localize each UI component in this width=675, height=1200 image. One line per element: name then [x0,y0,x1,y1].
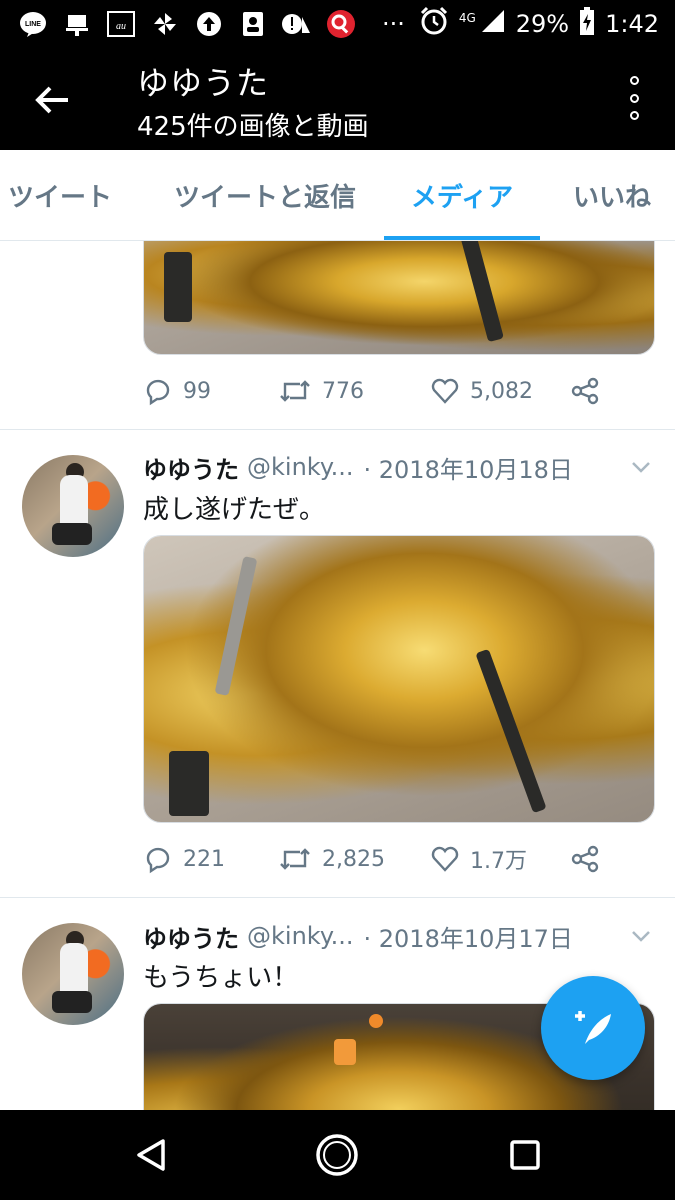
chevron-down-icon [632,462,650,473]
tab-tweets-replies[interactable]: ツイートと返信 [160,150,370,240]
system-nav-bar [0,1110,675,1200]
chevron-down-icon [632,931,650,942]
tweet-text: もうちょい！ [143,963,299,993]
pinwheel-icon [150,9,180,39]
recents-square-icon [510,1140,540,1170]
compose-tweet-icon [575,1011,611,1044]
upload-icon [194,9,224,39]
reply-button[interactable]: 99 [143,376,278,406]
profile-tabs: ツイート ツイートと返信 メディア いいね [0,150,675,241]
au-icon: au [106,9,136,39]
tweet-actions: 99 776 5,082 [143,371,623,411]
tweet-header: ゆゆうた @kinky... · 2018年10月17日 [143,918,663,954]
reply-icon [146,847,170,874]
heart-icon [431,378,459,404]
alarm-icon [419,6,449,42]
heart-icon [431,846,459,872]
gold-model-photo [144,536,654,822]
retweet-count: 2,825 [322,846,385,872]
tweet-text: 成し遂げたぜ。 [143,495,326,525]
tab-media[interactable]: メディア [384,150,540,240]
reply-button[interactable]: 221 [143,844,278,874]
nav-back-button[interactable] [128,1132,174,1178]
contacts-icon [238,9,268,39]
tweet-media-image[interactable] [143,241,655,355]
battery-level: 29% [515,10,570,38]
alert-icon [282,9,312,39]
share-icon [571,845,599,873]
tweet-date[interactable]: · 2018年10月18日 [364,450,573,485]
menu-dot-icon [629,76,639,85]
status-more: ··· [382,10,405,38]
tweet-media-image[interactable] [143,535,655,823]
reply-icon [146,379,170,406]
triangle-back-icon [137,1139,165,1171]
share-button[interactable] [570,376,600,406]
tweet-divider [0,429,675,430]
app-bar: ゆゆうた 425件の画像と動画 [0,48,675,150]
media-count: 425件の画像と動画 [137,112,369,142]
line-icon: LINE [18,9,48,39]
svg-text:LINE: LINE [25,21,41,28]
status-bar: LINE au ··· 4G 29% 1:42 [0,0,675,48]
like-button[interactable]: 5,082 [430,376,570,406]
tweet-options-button[interactable] [629,455,653,479]
tweet-author-name[interactable]: ゆゆうた [143,450,239,485]
nav-recents-button[interactable] [502,1132,548,1178]
clock: 1:42 [605,10,659,38]
gold-model-photo [144,241,654,354]
tweet-author-name[interactable]: ゆゆうた [143,919,239,954]
tweet-date[interactable]: · 2018年10月17日 [364,919,573,954]
like-count: 1.7万 [470,849,527,874]
notification-icon [62,9,92,39]
active-tab-indicator [384,236,540,240]
share-icon [571,377,599,405]
network-type: 4G [458,11,476,25]
tab-tweets[interactable]: ツイート [0,150,124,240]
tweet-author-handle[interactable]: @kinky... [247,922,354,950]
like-count: 5,082 [470,378,533,404]
retweet-icon [280,380,310,402]
tweet-actions: 221 2,825 1.7万 [143,839,623,879]
reply-count: 99 [183,378,211,404]
compose-tweet-button[interactable] [541,976,645,1080]
home-circle-icon [316,1134,358,1176]
profile-title: ゆゆうた [137,64,270,102]
tweet-author-handle[interactable]: @kinky... [247,453,354,481]
back-button[interactable] [26,74,78,126]
overflow-menu-button[interactable] [621,76,647,120]
share-button[interactable] [570,844,600,874]
nav-home-button[interactable] [314,1132,360,1178]
tweet-header: ゆゆうた @kinky... · 2018年10月18日 [143,449,663,485]
search-app-icon [326,9,356,39]
svg-text:au: au [116,21,126,32]
signal-icon [480,8,506,40]
avatar[interactable] [22,455,124,557]
back-arrow-icon [35,86,68,114]
retweet-icon [280,848,310,870]
tweet-options-button[interactable] [629,924,653,948]
tab-likes[interactable]: いいね [562,150,662,240]
avatar[interactable] [22,923,124,1025]
like-button[interactable]: 1.7万 [430,843,570,875]
retweet-button[interactable]: 2,825 [278,844,430,874]
battery-icon [579,7,595,41]
retweet-button[interactable]: 776 [278,376,430,406]
tweet-divider [0,897,675,898]
menu-dot-icon [629,111,639,120]
reply-count: 221 [183,846,225,872]
retweet-count: 776 [322,378,364,404]
menu-dot-icon [629,93,639,103]
